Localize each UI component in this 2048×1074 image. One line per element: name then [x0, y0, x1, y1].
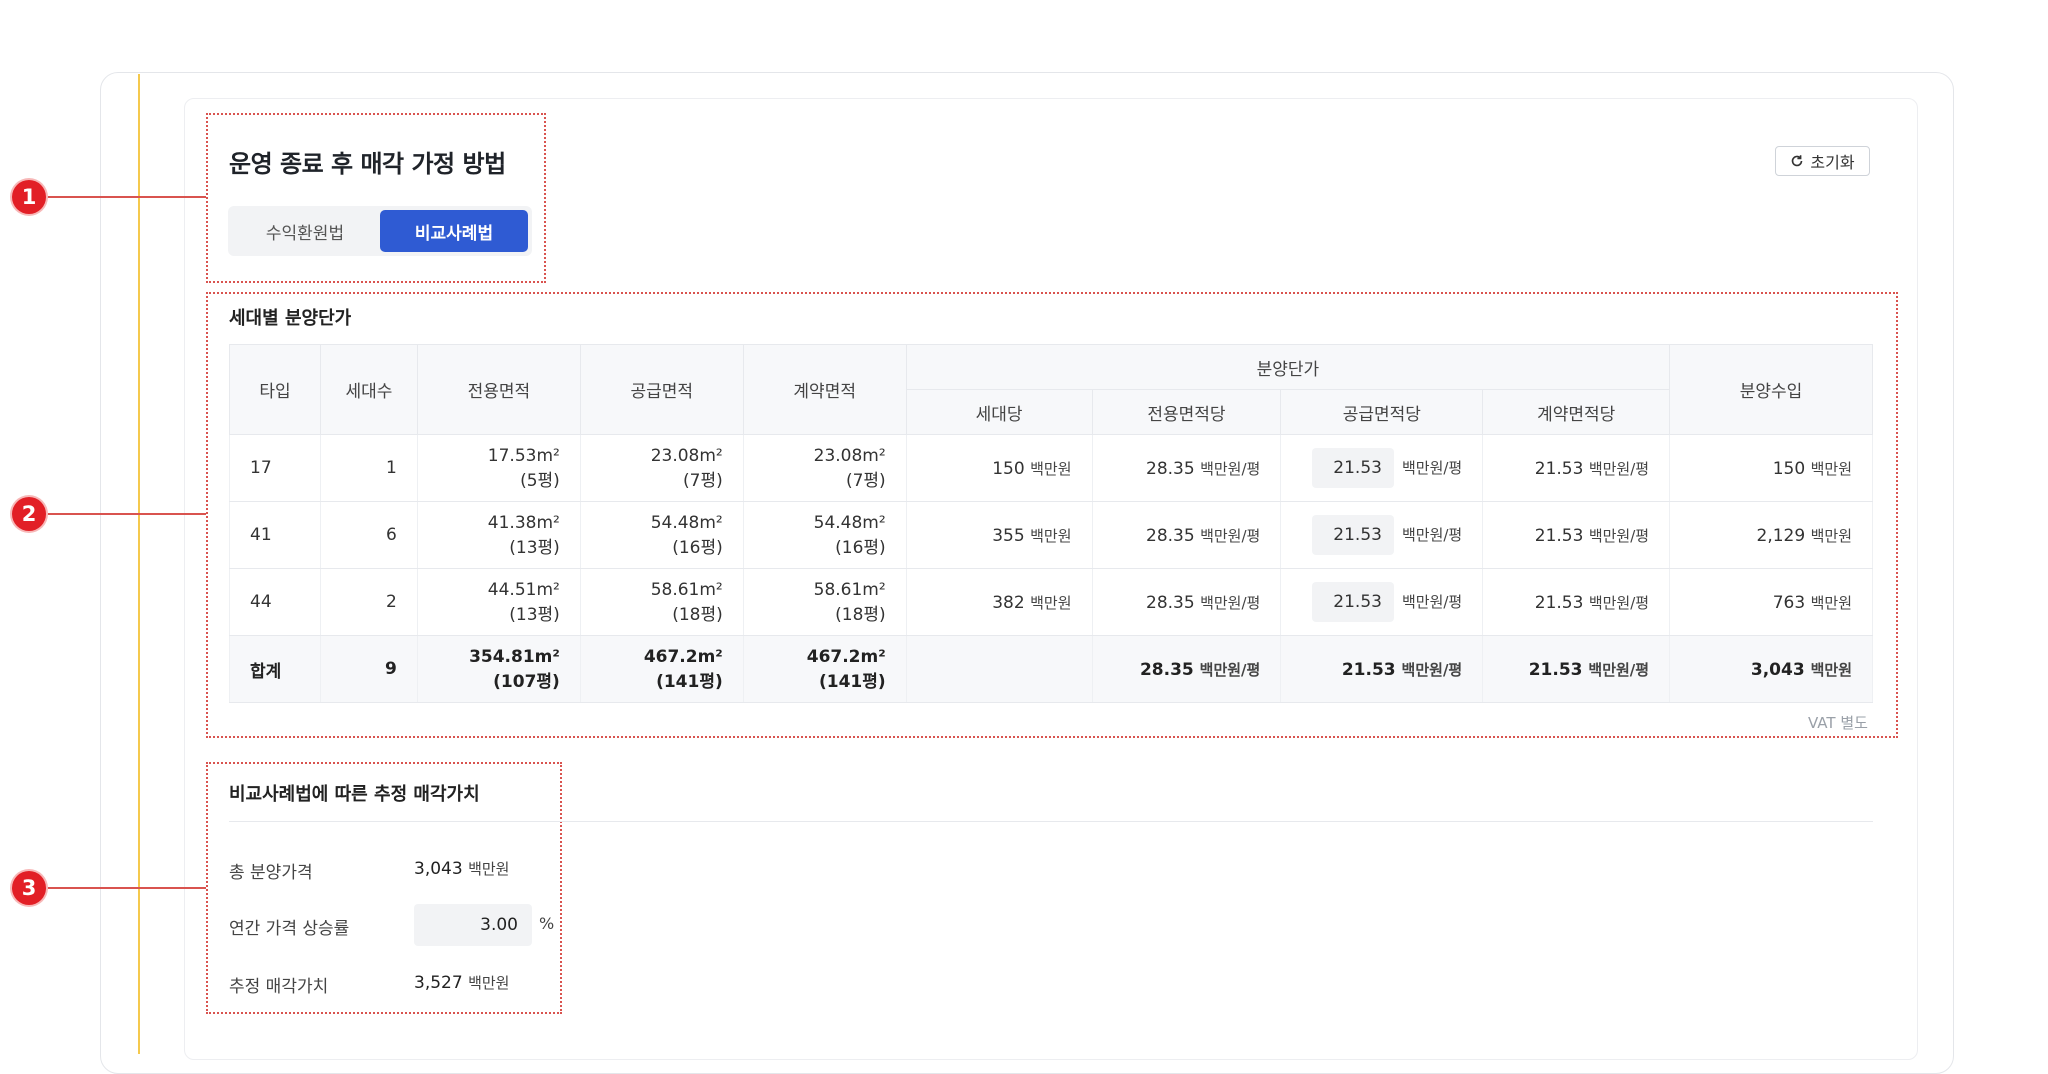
- supply-area-cell: 58.61m² (18평): [579, 568, 744, 636]
- col-header-supply-area: 공급면적: [579, 344, 744, 435]
- unit-price-section-title: 세대별 분양단가: [229, 308, 352, 329]
- per-contract-cell: 21.53 백만원/평: [1482, 568, 1671, 636]
- per-supply-cell: 21.53 백만원/평: [1280, 568, 1484, 636]
- col-header-per-contract: 계약면적당: [1482, 389, 1671, 435]
- section-divider: [229, 821, 1873, 822]
- per-unit-cell: 150 백만원: [905, 434, 1093, 502]
- supply-price-input[interactable]: 21.53: [1311, 515, 1394, 555]
- col-header-per-exclusive: 전용면적당: [1091, 389, 1282, 435]
- reset-button[interactable]: 초기화: [1775, 146, 1870, 176]
- type-cell: 17: [229, 434, 321, 502]
- estimated-value: 3,527 백만원: [414, 973, 510, 993]
- total-per-exclusive-cell: 28.35 백만원/평: [1091, 635, 1282, 703]
- reset-button-label: 초기화: [1810, 153, 1855, 172]
- growth-rate-input[interactable]: 3.00: [414, 904, 532, 946]
- total-revenue-cell: 3,043 백만원: [1669, 635, 1873, 703]
- supply-area-cell: 23.08m² (7평): [579, 434, 744, 502]
- guide-line: [138, 74, 140, 1054]
- unit-price-table: 타입 세대수 전용면적 공급면적 계약면적 분양단가 분양수입 세대당 전용면적…: [229, 344, 1873, 703]
- total-supply-cell: 467.2m² (141평): [579, 635, 744, 703]
- total-price-value: 3,043 백만원: [414, 859, 510, 879]
- per-contract-cell: 21.53 백만원/평: [1482, 501, 1671, 569]
- revenue-cell: 150 백만원: [1669, 434, 1873, 502]
- estimated-value-label: 추정 매각가치: [229, 977, 329, 997]
- estimate-section-title: 비교사례법에 따른 추정 매각가치: [229, 784, 480, 805]
- leader-line-2: [44, 513, 206, 515]
- annotation-marker-3: 3: [12, 871, 46, 905]
- total-price-label: 총 분양가격: [229, 863, 313, 883]
- units-cell: 6: [319, 501, 418, 569]
- total-label-cell: 합계: [229, 635, 321, 703]
- total-units-cell: 9: [319, 635, 418, 703]
- type-cell: 44: [229, 568, 321, 636]
- supply-area-cell: 54.48m² (16평): [579, 501, 744, 569]
- growth-rate-label: 연간 가격 상승률: [229, 919, 350, 939]
- supply-price-input[interactable]: 21.53: [1311, 448, 1394, 488]
- per-unit-cell: 382 백만원: [905, 568, 1093, 636]
- total-per-supply-cell: 21.53 백만원/평: [1280, 635, 1484, 703]
- col-header-contract-area: 계약면적: [742, 344, 907, 435]
- method-segmented-control: 수익환원법 비교사례법: [228, 206, 532, 256]
- annotation-box-1: [206, 113, 546, 283]
- revenue-cell: 763 백만원: [1669, 568, 1873, 636]
- units-cell: 2: [319, 568, 418, 636]
- per-supply-cell: 21.53 백만원/평: [1280, 434, 1484, 502]
- leader-line-1: [44, 196, 206, 198]
- per-exclusive-cell: 28.35 백만원/평: [1091, 434, 1282, 502]
- total-exclusive-cell: 354.81m² (107평): [416, 635, 581, 703]
- total-per-unit-cell: [905, 635, 1093, 703]
- annotation-marker-2: 2: [12, 497, 46, 531]
- col-header-exclusive-area: 전용면적: [416, 344, 581, 435]
- vat-note: VAT 별도: [1808, 714, 1868, 732]
- per-exclusive-cell: 28.35 백만원/평: [1091, 568, 1282, 636]
- per-contract-cell: 21.53 백만원/평: [1482, 434, 1671, 502]
- exclusive-area-cell: 17.53m² (5평): [416, 434, 581, 502]
- per-supply-cell: 21.53 백만원/평: [1280, 501, 1484, 569]
- leader-line-3: [44, 887, 206, 889]
- type-cell: 41: [229, 501, 321, 569]
- col-header-revenue: 분양수입: [1669, 344, 1873, 435]
- table-total-row: 합계 9 354.81m² (107평) 467.2m² (141평) 467.2m…: [229, 635, 1873, 703]
- per-exclusive-cell: 28.35 백만원/평: [1091, 501, 1282, 569]
- page-title: 운영 종료 후 매각 가정 방법: [229, 150, 506, 178]
- per-unit-cell: 355 백만원: [905, 501, 1093, 569]
- col-header-units: 세대수: [319, 344, 418, 435]
- units-cell: 1: [319, 434, 418, 502]
- contract-area-cell: 58.61m² (18평): [742, 568, 907, 636]
- income-approach-button[interactable]: 수익환원법: [232, 210, 378, 252]
- table-row: 44 2 44.51m² (13평) 58.61m² (18평) 58.61m² (1…: [229, 568, 1873, 636]
- total-per-contract-cell: 21.53 백만원/평: [1482, 635, 1671, 703]
- total-contract-cell: 467.2m² (141평): [742, 635, 907, 703]
- contract-area-cell: 54.48m² (16평): [742, 501, 907, 569]
- refresh-icon: [1792, 155, 1803, 167]
- supply-price-input[interactable]: 21.53: [1311, 582, 1394, 622]
- col-header-type: 타입: [229, 344, 321, 435]
- exclusive-area-cell: 41.38m² (13평): [416, 501, 581, 569]
- col-header-price-group: 분양단가: [905, 344, 1671, 390]
- sales-comparison-button[interactable]: 비교사례법: [380, 210, 528, 252]
- contract-area-cell: 23.08m² (7평): [742, 434, 907, 502]
- col-header-per-unit: 세대당: [905, 389, 1093, 435]
- revenue-cell: 2,129 백만원: [1669, 501, 1873, 569]
- annotation-marker-1: 1: [12, 180, 46, 214]
- col-header-per-supply: 공급면적당: [1280, 389, 1484, 435]
- table-row: 17 1 17.53m² (5평) 23.08m² (7평) 23.08m² (7평)…: [229, 434, 1873, 502]
- table-row: 41 6 41.38m² (13평) 54.48m² (16평) 54.48m² (1…: [229, 501, 1873, 569]
- exclusive-area-cell: 44.51m² (13평): [416, 568, 581, 636]
- growth-rate-unit: %: [539, 914, 555, 933]
